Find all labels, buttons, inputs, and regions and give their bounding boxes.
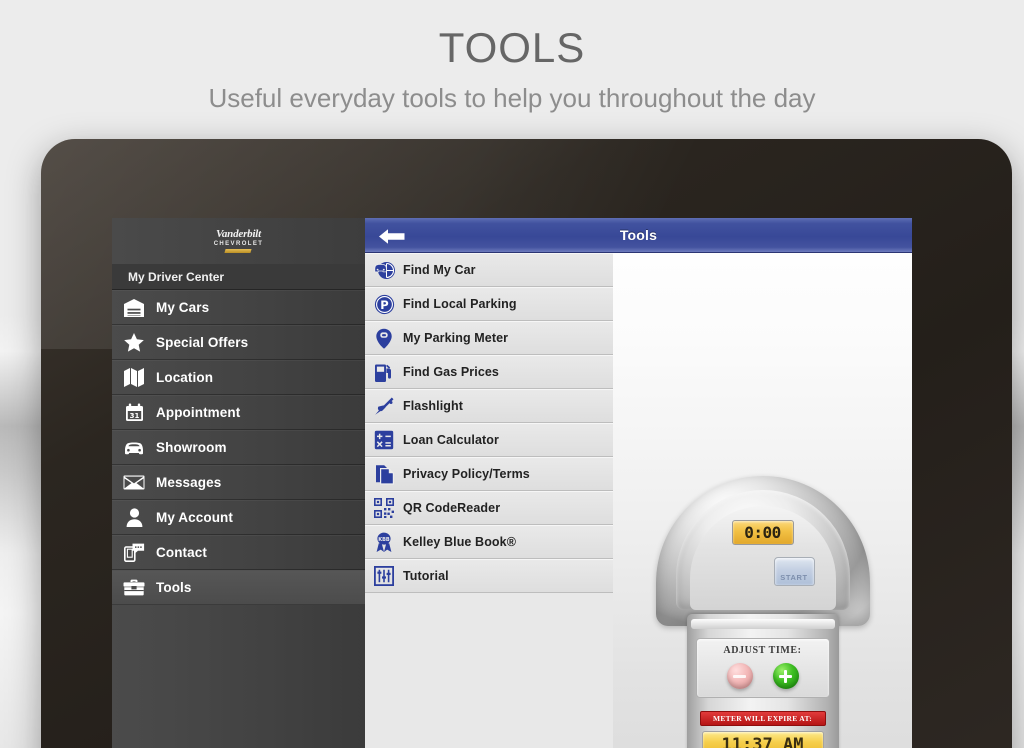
parking-meter-pin-icon bbox=[365, 328, 403, 349]
sidebar-item-label: Showroom bbox=[156, 440, 227, 455]
tool-item-tutorial[interactable]: Tutorial bbox=[365, 559, 613, 593]
sidebar-item-label: Messages bbox=[156, 475, 222, 490]
app-topbar: Tools bbox=[365, 218, 912, 253]
envelope-icon bbox=[112, 475, 156, 490]
minus-glyph bbox=[733, 674, 746, 678]
phone-chat-icon bbox=[112, 543, 156, 562]
plus-glyph-vertical bbox=[784, 669, 787, 683]
tool-item-label: Loan Calculator bbox=[403, 433, 499, 447]
tools-list-empty-area bbox=[365, 593, 613, 748]
tool-item-label: Find Gas Prices bbox=[403, 365, 499, 379]
kbb-ribbon-icon: KBB bbox=[365, 532, 403, 553]
sidebar-item-label: My Cars bbox=[156, 300, 210, 315]
qr-code-icon bbox=[365, 498, 403, 518]
meter-expire-label: METER WILL EXPIRE AT: bbox=[712, 714, 813, 723]
sidebar-item-label: Contact bbox=[156, 545, 207, 560]
page-title: TOOLS bbox=[438, 24, 586, 71]
sidebar-item-label: Location bbox=[156, 370, 214, 385]
meter-expire-time: 11:37 AM bbox=[721, 734, 804, 748]
back-arrow-icon[interactable] bbox=[375, 226, 409, 246]
map-icon bbox=[112, 368, 156, 387]
topbar-title: Tools bbox=[619, 227, 658, 243]
svg-text:31: 31 bbox=[129, 412, 139, 420]
sidebar-section-header: My Driver Center bbox=[112, 264, 365, 290]
garage-icon bbox=[112, 298, 156, 317]
toolbox-icon bbox=[112, 579, 156, 596]
tool-item-loan-calculator[interactable]: Loan Calculator bbox=[365, 423, 613, 457]
meter-adjust-label: ADJUST TIME: bbox=[723, 645, 802, 656]
dealer-logo-make: CHEVROLET bbox=[213, 241, 264, 247]
meter-adjust-buttons bbox=[697, 663, 829, 689]
dealer-logo[interactable]: Vanderbilt CHEVROLET bbox=[112, 218, 365, 264]
tool-item-label: Find Local Parking bbox=[403, 297, 517, 311]
tool-item-qr-code-reader[interactable]: QR CodeReader bbox=[365, 491, 613, 525]
tools-list-panel: Find My Car P Find Local Parking My Park… bbox=[365, 218, 613, 748]
meter-body-cap bbox=[690, 619, 835, 629]
page-subtitle: Useful everyday tools to help you throug… bbox=[208, 83, 816, 113]
sidebar-section-label: My Driver Center bbox=[128, 269, 225, 284]
app-sidebar: Vanderbilt CHEVROLET My Driver Center My… bbox=[112, 218, 365, 748]
tool-item-label: Kelley Blue Book® bbox=[403, 535, 517, 549]
calendar-icon: 31 bbox=[112, 403, 156, 422]
tool-item-label: Find My Car bbox=[403, 263, 476, 277]
parking-meter-graphic: 0:00 START ADJUST TIME: METER WILL EXPIR… bbox=[655, 476, 870, 748]
tool-item-find-my-car[interactable]: Find My Car bbox=[365, 253, 613, 287]
sidebar-item-my-cars[interactable]: My Cars bbox=[112, 290, 365, 325]
tablet-device-frame: Vanderbilt CHEVROLET My Driver Center My… bbox=[41, 139, 1012, 748]
sidebar-item-label: Appointment bbox=[156, 405, 241, 420]
tool-item-my-parking-meter[interactable]: My Parking Meter bbox=[365, 321, 613, 355]
tool-item-label: My Parking Meter bbox=[403, 331, 509, 345]
tool-item-label: Privacy Policy/Terms bbox=[403, 467, 530, 481]
tool-item-find-gas-prices[interactable]: Find Gas Prices bbox=[365, 355, 613, 389]
meter-dome: 0:00 START bbox=[655, 476, 870, 626]
gas-pump-icon bbox=[365, 362, 403, 383]
svg-text:KBB: KBB bbox=[378, 537, 390, 543]
sidebar-item-label: Tools bbox=[156, 580, 192, 595]
car-icon bbox=[112, 440, 156, 456]
calculator-icon bbox=[365, 430, 403, 450]
sidebar-item-location[interactable]: Location bbox=[112, 360, 365, 395]
sidebar-item-tools[interactable]: Tools bbox=[112, 570, 365, 605]
star-icon bbox=[112, 333, 156, 352]
sidebar-item-my-account[interactable]: My Account bbox=[112, 500, 365, 535]
meter-adjust-panel: ADJUST TIME: bbox=[695, 638, 830, 698]
meter-expire-banner: METER WILL EXPIRE AT: bbox=[699, 711, 826, 726]
sidebar-item-label: My Account bbox=[156, 510, 234, 525]
tool-item-label: Tutorial bbox=[403, 569, 449, 583]
sidebar-item-messages[interactable]: Messages bbox=[112, 465, 365, 500]
sidebar-item-label: Special Offers bbox=[156, 335, 249, 350]
meter-body: ADJUST TIME: METER WILL EXPIRE AT: 11:37… bbox=[686, 614, 839, 748]
sliders-icon bbox=[365, 566, 403, 586]
person-icon bbox=[112, 508, 156, 527]
minus-circle-icon[interactable] bbox=[726, 663, 753, 689]
meter-expire-display: 11:37 AM bbox=[701, 731, 824, 748]
tool-item-find-local-parking[interactable]: P Find Local Parking bbox=[365, 287, 613, 321]
tool-item-label: Flashlight bbox=[403, 399, 464, 413]
sidebar-item-contact[interactable]: Contact bbox=[112, 535, 365, 570]
page-header: TOOLS Useful everyday tools to help you … bbox=[0, 0, 1024, 114]
sidebar-item-special-offers[interactable]: Special Offers bbox=[112, 325, 365, 360]
flashlight-icon bbox=[365, 396, 403, 416]
documents-icon bbox=[365, 464, 403, 485]
dealer-logo-brand: Vanderbilt bbox=[215, 228, 262, 240]
sidebar-item-appointment[interactable]: 31 Appointment bbox=[112, 395, 365, 430]
tool-item-label: QR CodeReader bbox=[403, 501, 501, 515]
meter-time-display: 0:00 bbox=[731, 520, 794, 545]
tool-item-kelley-blue-book[interactable]: KBB Kelley Blue Book® bbox=[365, 525, 613, 559]
meter-time-value: 0:00 bbox=[744, 523, 781, 542]
sidebar-item-showroom[interactable]: Showroom bbox=[112, 430, 365, 465]
tool-detail-panel: 0:00 START ADJUST TIME: METER WILL EXPIR… bbox=[613, 218, 912, 748]
plus-circle-icon[interactable] bbox=[772, 663, 799, 689]
tool-item-flashlight[interactable]: Flashlight bbox=[365, 389, 613, 423]
meter-start-button[interactable]: START bbox=[773, 557, 815, 586]
car-locator-icon bbox=[365, 260, 403, 281]
meter-start-label: START bbox=[780, 573, 808, 582]
parking-p-icon: P bbox=[365, 294, 403, 315]
chevrolet-bowtie-icon bbox=[224, 249, 253, 253]
svg-text:P: P bbox=[380, 298, 388, 312]
tool-item-privacy-policy-terms[interactable]: Privacy Policy/Terms bbox=[365, 457, 613, 491]
tablet-screen: Vanderbilt CHEVROLET My Driver Center My… bbox=[112, 218, 912, 748]
